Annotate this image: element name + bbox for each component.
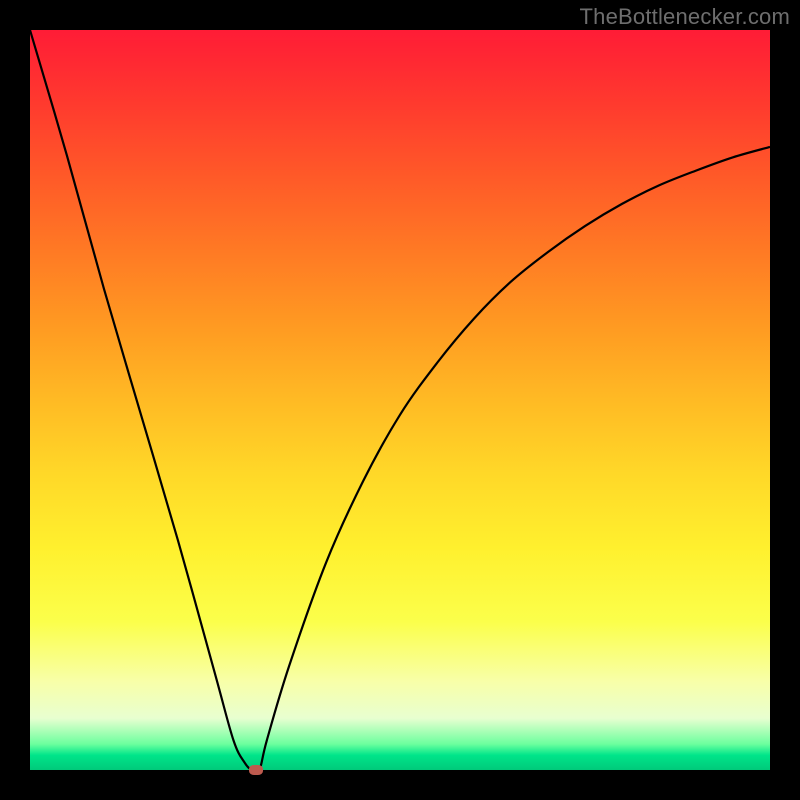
chart-frame: TheBottlenecker.com (0, 0, 800, 800)
plot-area (30, 30, 770, 770)
optimal-point-marker (249, 765, 263, 775)
curve-path (30, 30, 770, 772)
watermark-text: TheBottlenecker.com (580, 4, 790, 30)
bottleneck-curve (30, 30, 770, 770)
